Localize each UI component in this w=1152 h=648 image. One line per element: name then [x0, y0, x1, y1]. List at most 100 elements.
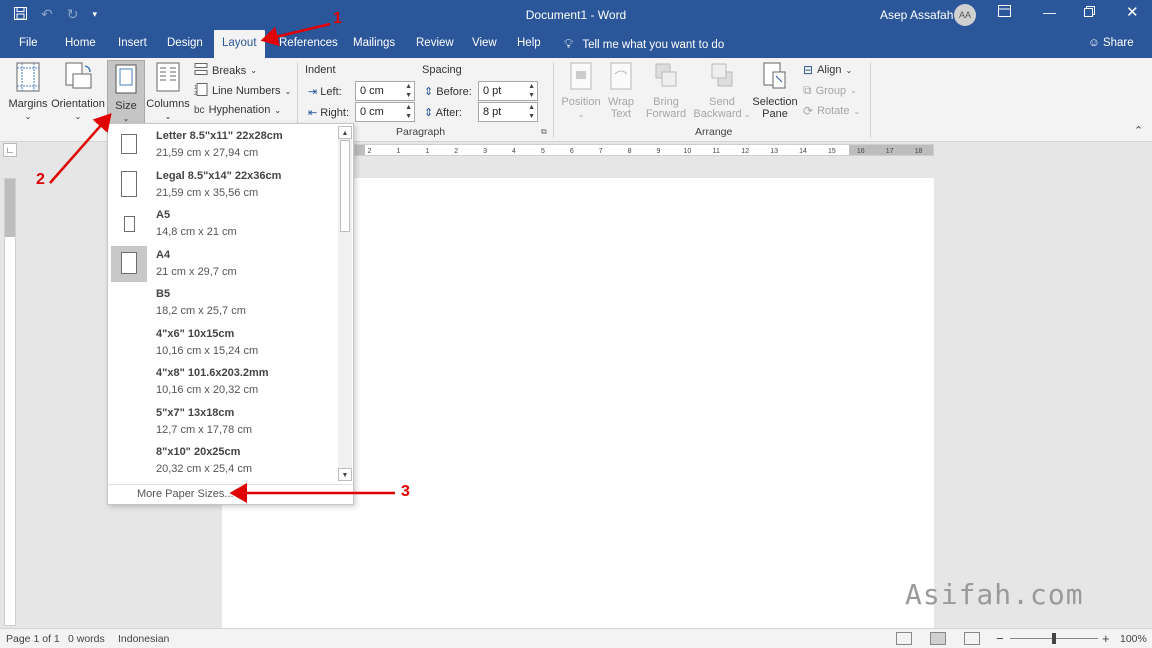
size-option-letter[interactable]: Letter 8.5"x11" 22x28cm 21,59 cm x 27,94…: [111, 127, 340, 166]
ruler-number: 5: [541, 148, 545, 155]
zoom-in-icon[interactable]: +: [1102, 631, 1110, 646]
zoom-level[interactable]: 100%: [1120, 633, 1147, 645]
hyphenation-button[interactable]: bc Hyphenation ⌄: [194, 104, 281, 116]
scrollbar-thumb[interactable]: [340, 140, 350, 232]
rotate-icon: ⟳: [803, 104, 814, 118]
selection-pane-button[interactable]: Selection Pane: [751, 62, 799, 120]
annotation-label-2: 2: [36, 171, 45, 188]
columns-button[interactable]: Columns ⌄: [146, 62, 190, 122]
send-backward-button[interactable]: Send Backward ⌄: [693, 62, 751, 120]
tab-review[interactable]: Review: [416, 37, 454, 49]
dialog-launcher-icon[interactable]: ⧉: [541, 127, 547, 137]
wrap-text-button[interactable]: Wrap Text: [603, 62, 639, 120]
vertical-ruler[interactable]: [4, 178, 16, 626]
scroll-down-icon[interactable]: ▼: [338, 468, 352, 481]
collapse-ribbon-icon[interactable]: ⌃: [1134, 124, 1143, 137]
tab-insert[interactable]: Insert: [118, 37, 147, 49]
spacing-after-input[interactable]: 8 pt ▲ ▼: [478, 102, 538, 122]
zoom-out-icon[interactable]: −: [996, 631, 1004, 646]
indent-right-icon: ⇤: [308, 107, 318, 119]
bring-forward-label-1: Bring: [653, 96, 679, 108]
size-option-4x6[interactable]: 4"x6" 10x15cm 10,16 cm x 15,24 cm: [111, 325, 340, 364]
ruler-number: 10: [684, 148, 692, 155]
columns-icon: [146, 62, 190, 95]
tab-design[interactable]: Design: [167, 37, 203, 49]
margins-button[interactable]: Margins ⌄: [7, 62, 49, 122]
group-separator: [870, 62, 871, 138]
close-icon[interactable]: ✕: [1126, 3, 1139, 21]
ruler-number: 2: [454, 148, 458, 155]
align-label: Align: [817, 64, 842, 76]
size-button[interactable]: Size ⌄: [107, 60, 145, 124]
breaks-button[interactable]: Breaks ⌄: [194, 63, 257, 78]
size-option-dims: 10,16 cm x 20,32 cm: [156, 384, 259, 396]
size-label: Size: [115, 100, 137, 112]
indent-left-input[interactable]: 0 cm ▲ ▼: [355, 81, 415, 101]
orientation-label: Orientation: [51, 98, 105, 110]
tab-selector-icon[interactable]: ∟: [3, 143, 17, 157]
svg-text:2: 2: [194, 91, 197, 96]
print-layout-icon[interactable]: [930, 632, 946, 645]
size-option-a5[interactable]: A5 14,8 cm x 21 cm: [111, 206, 340, 245]
scroll-up-icon[interactable]: ▲: [338, 126, 352, 139]
size-option-a4[interactable]: A4 21 cm x 29,7 cm: [111, 246, 340, 285]
user-name[interactable]: Asep Assafah: [880, 8, 953, 22]
ruler-number: 14: [799, 148, 807, 155]
share-button[interactable]: ☺ Share: [1088, 37, 1134, 49]
read-mode-icon[interactable]: [896, 632, 912, 645]
size-option-dims: 20,32 cm x 25,4 cm: [156, 463, 252, 475]
spacing-before-input[interactable]: 0 pt ▲ ▼: [478, 81, 538, 101]
group-icon: ⧉: [803, 83, 812, 97]
page-count[interactable]: Page 1 of 1: [6, 633, 60, 645]
restore-icon[interactable]: [1084, 5, 1095, 20]
indent-left-label: ⇥ Left:: [308, 85, 342, 98]
tab-mailings[interactable]: Mailings: [353, 37, 395, 49]
line-numbers-button[interactable]: 12 Line Numbers ⌄: [194, 83, 291, 99]
group-button[interactable]: ⧉ Group ⌄: [803, 83, 857, 98]
size-option-legal[interactable]: Legal 8.5"x14" 22x36cm 21,59 cm x 35,56 …: [111, 167, 340, 206]
size-option-8x10[interactable]: 8"x10" 20x25cm 20,32 cm x 25,4 cm: [111, 443, 340, 482]
tell-me-label: Tell me what you want to do: [582, 39, 725, 51]
ribbon-tabs: File Home Insert Design Layout Reference…: [0, 30, 1152, 58]
tab-layout[interactable]: Layout: [214, 30, 265, 58]
position-button[interactable]: Position ⌄: [559, 62, 603, 120]
more-paper-sizes-button[interactable]: More Paper Sizes...: [137, 488, 234, 500]
ribbon-display-icon[interactable]: [998, 5, 1011, 20]
bring-forward-button[interactable]: Bring Forward: [639, 62, 693, 120]
tab-references[interactable]: References: [279, 37, 338, 49]
spin-arrows-icon[interactable]: ▲ ▼: [528, 82, 535, 100]
size-option-name: 4"x6" 10x15cm: [156, 328, 235, 340]
wrap-text-label-1: Wrap: [607, 96, 635, 108]
spin-arrows-icon[interactable]: ▲ ▼: [405, 82, 412, 100]
tab-file[interactable]: File: [19, 37, 38, 49]
minimize-icon[interactable]: —: [1043, 5, 1056, 20]
orientation-button[interactable]: Orientation ⌄: [50, 62, 106, 122]
indent-right-input[interactable]: 0 cm ▲ ▼: [355, 102, 415, 122]
zoom-slider-thumb[interactable]: [1052, 633, 1056, 644]
tab-help[interactable]: Help: [517, 37, 541, 49]
web-layout-icon[interactable]: [964, 632, 980, 645]
selection-pane-label-2: Pane: [762, 108, 788, 120]
word-count[interactable]: 0 words: [68, 633, 105, 645]
dropdown-scrollbar[interactable]: ▲ ▼: [338, 126, 352, 481]
spacing-after-label: ⇕ After:: [424, 106, 462, 119]
horizontal-ruler[interactable]: 2 1 1 2 3 4 5 6 7 8 9 10 11 12 13 14 15 16 17 18: [354, 144, 934, 156]
ruler-number: 7: [599, 148, 603, 155]
size-option-b5[interactable]: B5 18,2 cm x 25,7 cm: [111, 285, 340, 324]
spacing-label: Spacing: [422, 64, 462, 76]
align-button[interactable]: ⊟ Align ⌄: [803, 63, 852, 77]
size-option-dims: 12,7 cm x 17,78 cm: [156, 424, 252, 436]
tab-home[interactable]: Home: [65, 37, 96, 49]
spin-arrows-icon[interactable]: ▲ ▼: [405, 103, 412, 121]
size-option-dims: 21,59 cm x 27,94 cm: [156, 147, 259, 159]
avatar[interactable]: AA: [954, 4, 976, 26]
breaks-icon: [194, 63, 208, 78]
tab-view[interactable]: View: [472, 37, 497, 49]
spin-arrows-icon[interactable]: ▲ ▼: [528, 103, 535, 121]
size-option-name: A5: [156, 209, 171, 221]
size-option-4x8[interactable]: 4"x8" 101.6x203.2mm 10,16 cm x 20,32 cm: [111, 364, 340, 403]
language-indicator[interactable]: Indonesian: [118, 633, 169, 645]
rotate-button[interactable]: ⟳ Rotate ⌄: [803, 104, 860, 118]
tell-me-search[interactable]: 💡︎ Tell me what you want to do: [564, 36, 724, 52]
size-option-5x7[interactable]: 5"x7" 13x18cm 12,7 cm x 17,78 cm: [111, 404, 340, 443]
